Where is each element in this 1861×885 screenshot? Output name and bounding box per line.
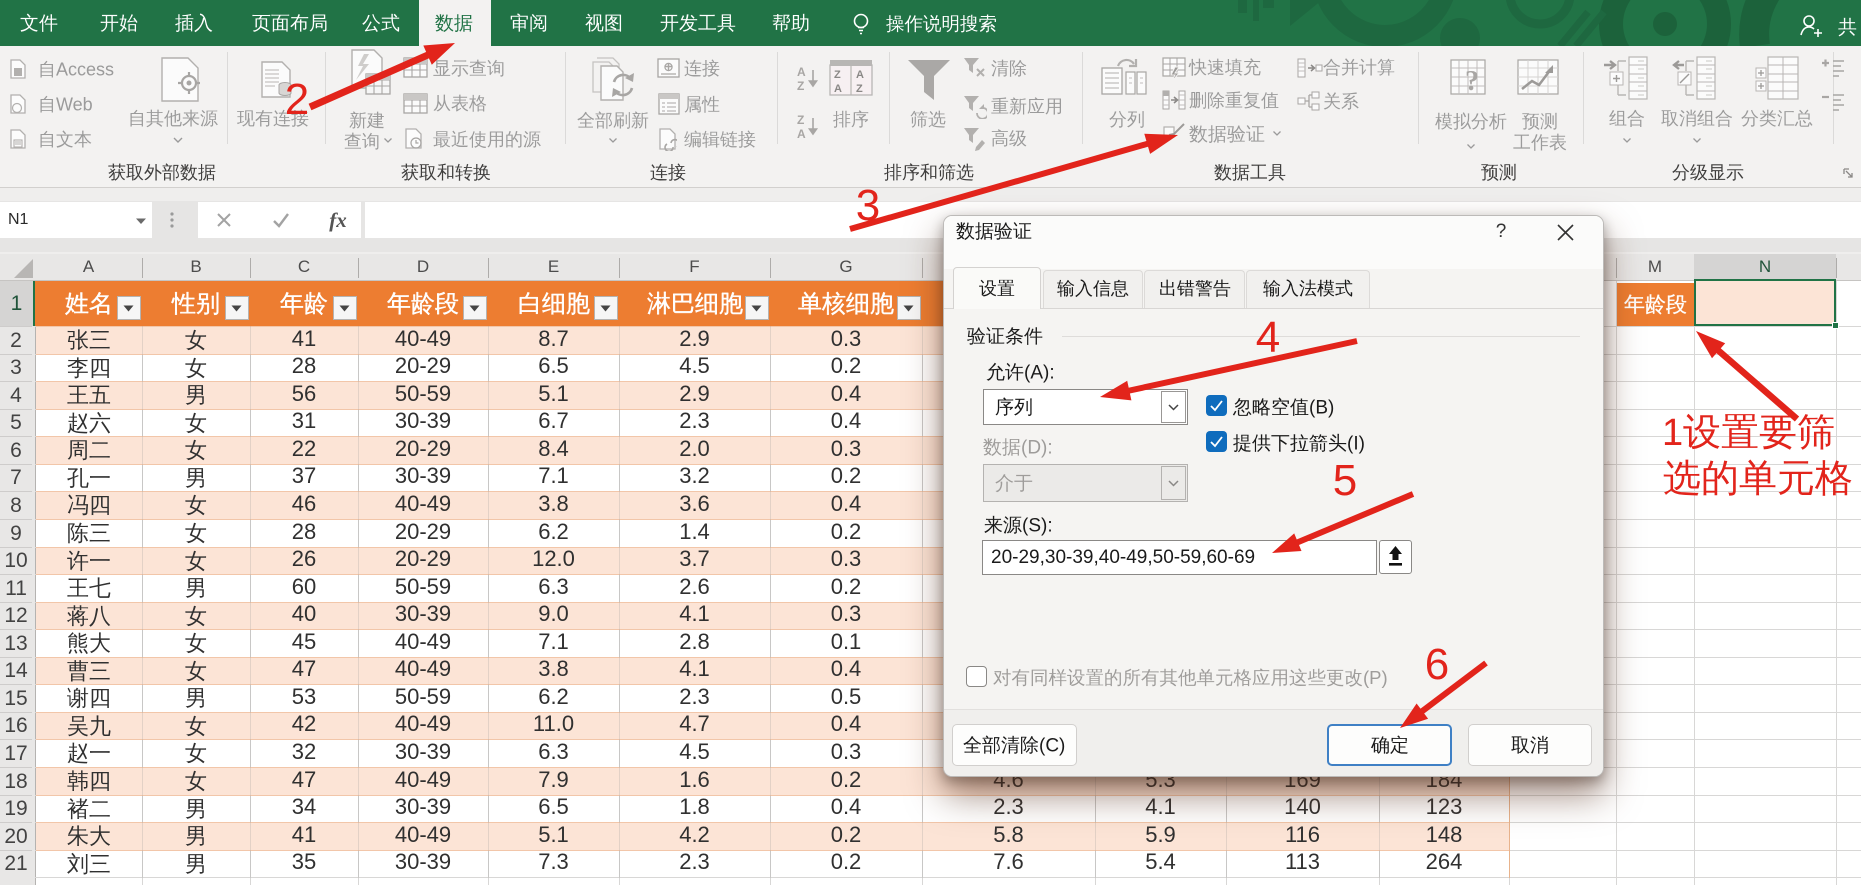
svg-text:1: 1 [1662, 411, 1683, 453]
